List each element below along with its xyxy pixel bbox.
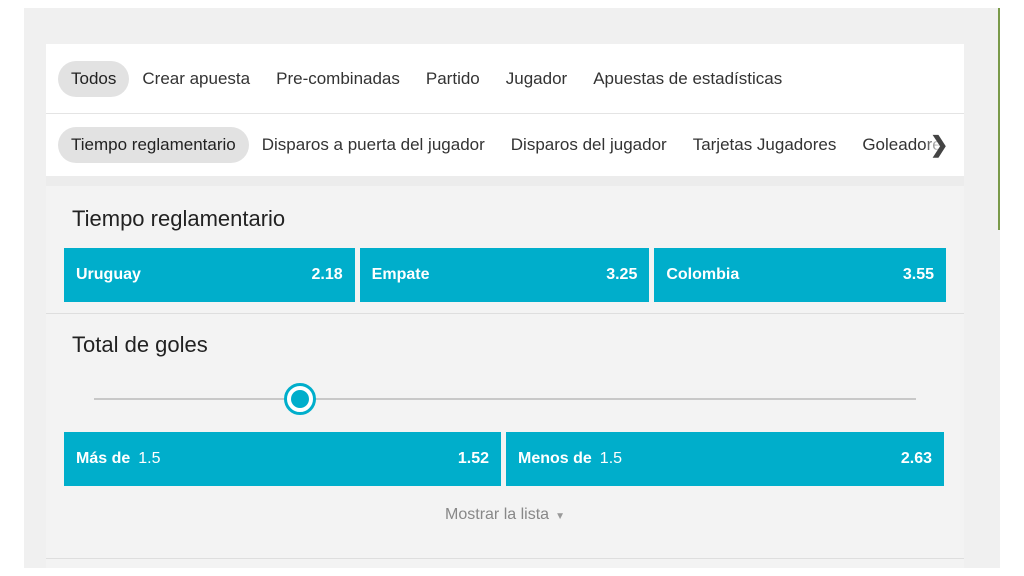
odd-button-colombia[interactable]: Colombia 3.55 (654, 248, 947, 302)
odd-price: 1.52 (457, 450, 489, 467)
scroll-right-button[interactable]: ❯ (924, 114, 964, 176)
betting-frame: Todos Crear apuesta Pre-combinadas Parti… (24, 8, 1000, 568)
tab-jugador[interactable]: Jugador (493, 61, 580, 97)
odd-button-menos-de[interactable]: Menos de 1.5 2.63 (506, 432, 944, 486)
odd-line: 1.5 (599, 450, 623, 467)
odd-button-uruguay[interactable]: Uruguay 2.18 (64, 248, 355, 302)
odd-label: Empate (371, 266, 430, 283)
tab-todos[interactable]: Todos (58, 60, 130, 97)
side-accent-line (998, 8, 1000, 230)
odd-line: 1.5 (138, 450, 161, 467)
tab-tiempo-reglamentario[interactable]: Tiempo reglamentario (58, 127, 249, 163)
odd-label-group: Menos de 1.5 (518, 450, 622, 468)
market-title: Tiempo reglamentario (72, 206, 286, 231)
odd-label: Menos de (518, 450, 592, 467)
show-list-label: Mostrar la lista (445, 506, 550, 523)
odd-label: Uruguay (76, 266, 141, 283)
tab-disparos-puerta[interactable]: Disparos a puerta del jugador (249, 127, 498, 163)
goals-slider-track[interactable] (94, 398, 916, 400)
odd-price: 3.55 (902, 266, 935, 283)
goals-slider-handle[interactable] (283, 383, 316, 415)
tab-partido[interactable]: Partido (413, 61, 493, 97)
odd-price: 2.63 (900, 450, 932, 467)
show-list-button[interactable]: Mostrar la lista ▼ (46, 506, 964, 524)
market-total-goles: Total de goles Más de 1.5 1.52 Menos de 1.… (46, 314, 964, 568)
odd-price: 2.18 (311, 266, 343, 283)
market-panel: Todos Crear apuesta Pre-combinadas Parti… (46, 44, 964, 568)
tab-disparos-jugador[interactable]: Disparos del jugador (498, 127, 680, 163)
tab-tarjetas-jugadores[interactable]: Tarjetas Jugadores (680, 127, 850, 163)
secondary-tabs: Tiempo reglamentario Disparos a puerta d… (46, 114, 964, 176)
odd-button-empate[interactable]: Empate 3.25 (359, 248, 650, 302)
odds-row: Más de 1.5 1.52 Menos de 1.5 2.63 (46, 432, 962, 486)
primary-tabs: Todos Crear apuesta Pre-combinadas Parti… (46, 44, 964, 114)
odd-button-mas-de[interactable]: Más de 1.5 1.52 (64, 432, 501, 486)
slider-handle-dot (290, 390, 309, 408)
market-tiempo-reglamentario: Tiempo reglamentario Uruguay 2.18 Empate… (46, 186, 964, 322)
odd-label-group: Más de 1.5 (76, 450, 161, 468)
odd-label: Más de (76, 450, 131, 467)
tab-crear-apuesta[interactable]: Crear apuesta (129, 61, 263, 97)
tab-pre-combinadas[interactable]: Pre-combinadas (263, 61, 413, 97)
odds-row: Uruguay 2.18 Empate 3.25 Colombia 3.55 (46, 248, 964, 302)
divider (46, 558, 964, 559)
odd-label: Colombia (666, 266, 740, 283)
market-title: Total de goles (72, 332, 208, 357)
odd-price: 3.25 (606, 266, 638, 283)
chevron-right-icon: ❯ (930, 132, 949, 157)
caret-down-icon: ▼ (555, 511, 565, 522)
tab-apuestas-estadisticas[interactable]: Apuestas de estadísticas (580, 61, 795, 97)
section-gap (46, 176, 964, 186)
